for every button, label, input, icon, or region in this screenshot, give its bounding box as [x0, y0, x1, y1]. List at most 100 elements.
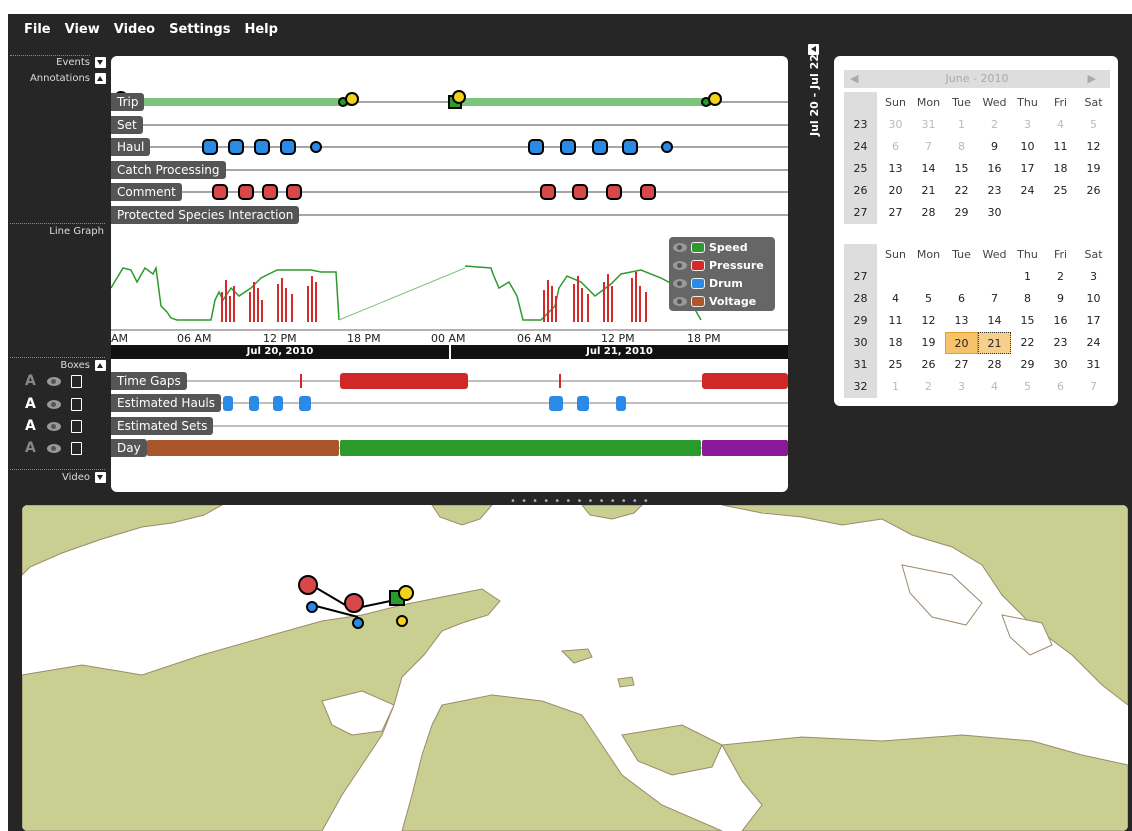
calendar-day[interactable]: 5	[912, 288, 945, 310]
menu-video[interactable]: Video	[114, 22, 155, 42]
calendar-day[interactable]: 15	[1011, 310, 1044, 332]
calendar-day[interactable]: 26	[912, 354, 945, 376]
calendar-day[interactable]: 7	[912, 136, 945, 158]
calendar-day[interactable]: 23	[1044, 332, 1077, 354]
calendar-day[interactable]: 21	[912, 180, 945, 202]
calendar-day[interactable]: 6	[945, 288, 978, 310]
map-canvas[interactable]	[22, 505, 1128, 831]
calendar-day[interactable]: 3	[1011, 114, 1044, 136]
menu-help[interactable]: Help	[244, 22, 277, 42]
row-label-protected-species[interactable]: Protected Species Interaction	[111, 206, 300, 224]
calendar-day[interactable]: 20	[879, 180, 912, 202]
boxes-toggle[interactable]	[95, 360, 106, 371]
row-label-day[interactable]: Day	[111, 439, 147, 457]
calendar-day[interactable]: 31	[912, 114, 945, 136]
calendar-day[interactable]: 5	[1077, 114, 1110, 136]
calendar-day[interactable]: 6	[1044, 376, 1077, 398]
calendar-day[interactable]: 28	[912, 202, 945, 224]
row-label-estimated-sets[interactable]: Estimated Sets	[111, 417, 214, 435]
menu-file[interactable]: File	[24, 22, 51, 42]
row-label-haul[interactable]: Haul	[111, 138, 151, 156]
row-label-estimated-hauls[interactable]: Estimated Hauls	[111, 394, 222, 412]
calendar-day[interactable]: 9	[978, 136, 1011, 158]
calendar-day[interactable]: 24	[1077, 332, 1110, 354]
calendar-day[interactable]: 10	[1077, 288, 1110, 310]
calendar-day[interactable]: 1	[1011, 266, 1044, 288]
row-label-catch-processing[interactable]: Catch Processing	[111, 161, 226, 179]
calendar-day[interactable]: 13	[945, 310, 978, 332]
calendar-day[interactable]: 27	[879, 202, 912, 224]
calendar-day[interactable]: 7	[978, 288, 1011, 310]
label-toggle-icon[interactable]: A	[25, 418, 37, 434]
calendar-day[interactable]: 2	[912, 376, 945, 398]
menu-view[interactable]: View	[65, 22, 100, 42]
calendar-day[interactable]: 23	[978, 180, 1011, 202]
calendar-day[interactable]: 2	[1044, 266, 1077, 288]
document-icon[interactable]	[71, 397, 82, 411]
calendar-day[interactable]: 30	[879, 114, 912, 136]
day-boxes[interactable]	[147, 440, 788, 456]
trip-bar[interactable]	[455, 98, 711, 106]
calendar-day[interactable]: 8	[945, 136, 978, 158]
calendar-day[interactable]: 31	[1077, 354, 1110, 376]
calendar-day[interactable]: 9	[1044, 288, 1077, 310]
document-icon[interactable]	[71, 419, 82, 433]
row-label-set[interactable]: Set	[111, 116, 143, 134]
calendar-day[interactable]: 27	[945, 354, 978, 376]
visibility-eye-icon[interactable]	[47, 376, 61, 386]
calendar-day[interactable]: 19	[912, 332, 945, 354]
document-icon[interactable]	[71, 374, 82, 388]
calendar-day[interactable]: 25	[1044, 180, 1077, 202]
row-label-comment[interactable]: Comment	[111, 183, 182, 201]
calendar-day[interactable]: 11	[879, 310, 912, 332]
calendar-day[interactable]: 7	[1077, 376, 1110, 398]
calendar-day[interactable]: 30	[978, 202, 1011, 224]
row-label-time-gaps[interactable]: Time Gaps	[111, 372, 187, 390]
prev-month-icon[interactable]: ◀	[850, 70, 858, 88]
legend-item-pressure[interactable]: Pressure	[673, 257, 764, 273]
annotations-toggle[interactable]	[95, 73, 106, 84]
visibility-eye-icon[interactable]	[673, 260, 687, 270]
visibility-eye-icon[interactable]	[673, 296, 687, 306]
calendar-day[interactable]: 17	[1011, 158, 1044, 180]
calendar-day[interactable]: 14	[978, 310, 1011, 332]
calendar-day[interactable]: 22	[1011, 332, 1044, 354]
calendar-day[interactable]: 12	[1077, 136, 1110, 158]
menu-settings[interactable]: Settings	[169, 22, 230, 42]
next-month-icon[interactable]: ▶	[1088, 70, 1096, 88]
calendar-day[interactable]: 6	[879, 136, 912, 158]
calendar-day[interactable]: 15	[945, 158, 978, 180]
visibility-eye-icon[interactable]	[47, 399, 61, 409]
visibility-eye-icon[interactable]	[47, 443, 61, 453]
calendar-day[interactable]: 1	[879, 376, 912, 398]
calendar-day[interactable]: 29	[945, 202, 978, 224]
calendar-day[interactable]: 16	[978, 158, 1011, 180]
visibility-eye-icon[interactable]	[673, 242, 687, 252]
video-toggle[interactable]	[95, 472, 106, 483]
calendar-day[interactable]: 19	[1077, 158, 1110, 180]
visibility-eye-icon[interactable]	[47, 421, 61, 431]
calendar-day[interactable]: 17	[1077, 310, 1110, 332]
label-toggle-icon[interactable]: A	[25, 440, 37, 456]
calendar-day[interactable]: 14	[912, 158, 945, 180]
visibility-eye-icon[interactable]	[673, 278, 687, 288]
calendar-day[interactable]: 12	[912, 310, 945, 332]
calendar-day[interactable]: 20	[945, 332, 978, 354]
calendar-day[interactable]: 28	[978, 354, 1011, 376]
events-toggle[interactable]	[95, 57, 106, 68]
calendar-day[interactable]: 4	[978, 376, 1011, 398]
legend-item-speed[interactable]: Speed	[673, 239, 748, 255]
legend-item-voltage[interactable]: Voltage	[673, 293, 756, 309]
calendar-day[interactable]: 25	[879, 354, 912, 376]
calendar-day[interactable]: 29	[1011, 354, 1044, 376]
map-panel[interactable]	[22, 505, 1128, 831]
calendar-day[interactable]: 18	[1044, 158, 1077, 180]
calendar-day[interactable]: 26	[1077, 180, 1110, 202]
calendar-day[interactable]: 8	[1011, 288, 1044, 310]
calendar-day[interactable]: 4	[879, 288, 912, 310]
calendar-day[interactable]: 30	[1044, 354, 1077, 376]
row-label-trip[interactable]: Trip	[111, 93, 145, 111]
calendar-day[interactable]: 3	[1077, 266, 1110, 288]
label-toggle-icon[interactable]: A	[25, 396, 37, 412]
calendar-day[interactable]: 22	[945, 180, 978, 202]
